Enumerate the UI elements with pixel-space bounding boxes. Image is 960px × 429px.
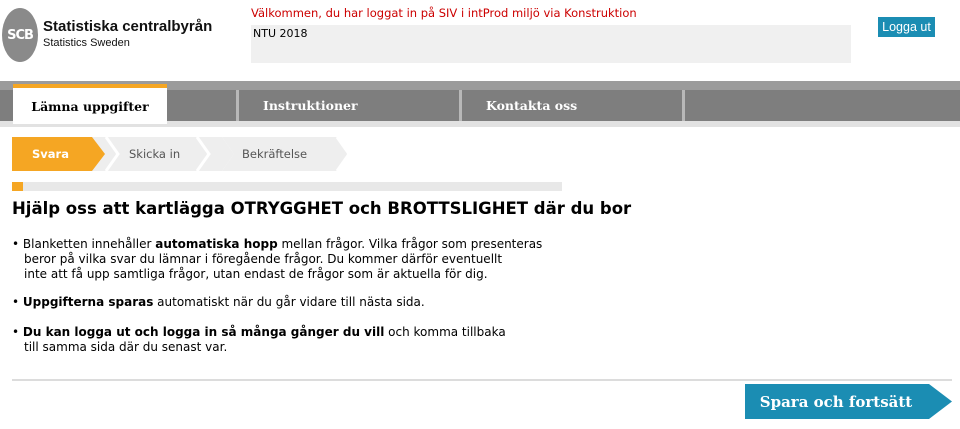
- tab-kontakta-oss[interactable]: Kontakta oss: [462, 90, 685, 121]
- step-indicator: Svara Skicka in Bekräftelse: [12, 137, 352, 171]
- logo-subtitle: Statistics Sweden: [43, 37, 130, 49]
- bullet-bold: Du kan logga ut och logga in så många gå…: [22, 325, 385, 339]
- bullet-bold: automatiska hopp: [155, 237, 278, 251]
- survey-name-box: NTU 2018: [251, 25, 851, 63]
- bullet-text: mellan frågor. Vilka frågor som presente…: [277, 237, 543, 251]
- progress-bar: [12, 182, 562, 191]
- bullet-text: och komma tillbaka: [384, 325, 506, 339]
- save-label: Spara och fortsätt: [759, 392, 913, 411]
- bullet-bold: Uppgifterna sparas: [22, 295, 154, 309]
- divider: [12, 379, 952, 381]
- step-svara: Svara: [32, 147, 69, 161]
- bullet-line: till samma sida där du senast var.: [24, 340, 228, 354]
- info-bullet-logout: • Du kan logga ut och logga in så många …: [12, 325, 506, 354]
- page-title: Hjälp oss att kartlägga OTRYGGHET och BR…: [12, 199, 632, 218]
- scb-logo: SCB Statistiska centralbyrån Statistics …: [0, 8, 240, 62]
- save-and-continue-button[interactable]: Spara och fortsätt: [745, 384, 952, 419]
- tab-lamna-uppgifter[interactable]: Lämna uppgifter: [13, 84, 167, 124]
- bullet-line: inte att få upp samtliga frågor, utan en…: [24, 267, 488, 281]
- bullet-line: beror på vilka svar du lämnar i föregåen…: [24, 252, 503, 266]
- bullet-text: automatiskt när du går vidare till nästa…: [153, 295, 425, 309]
- info-bullet-hops: • Blanketten innehåller automatiska hopp…: [12, 237, 543, 281]
- bullet-text: Blanketten innehåller: [22, 237, 156, 251]
- info-bullet-saved: • Uppgifterna sparas automatiskt när du …: [12, 295, 425, 309]
- scb-logo-mark: SCB: [2, 8, 38, 62]
- step-bekraftelse: Bekräftelse: [242, 147, 308, 161]
- survey-name: NTU 2018: [253, 27, 308, 40]
- progress-fill: [12, 182, 23, 191]
- tab-instruktioner[interactable]: Instruktioner: [239, 90, 462, 121]
- main-nav: Instruktioner Kontakta oss Lämna uppgift…: [0, 81, 960, 127]
- nav-spacer: [167, 90, 239, 121]
- step-skicka-in: Skicka in: [129, 147, 181, 161]
- logout-button[interactable]: Logga ut: [878, 17, 935, 37]
- logo-name: Statistiska centralbyrån: [43, 18, 213, 35]
- welcome-message: Välkommen, du har loggat in på SIV i int…: [251, 6, 637, 20]
